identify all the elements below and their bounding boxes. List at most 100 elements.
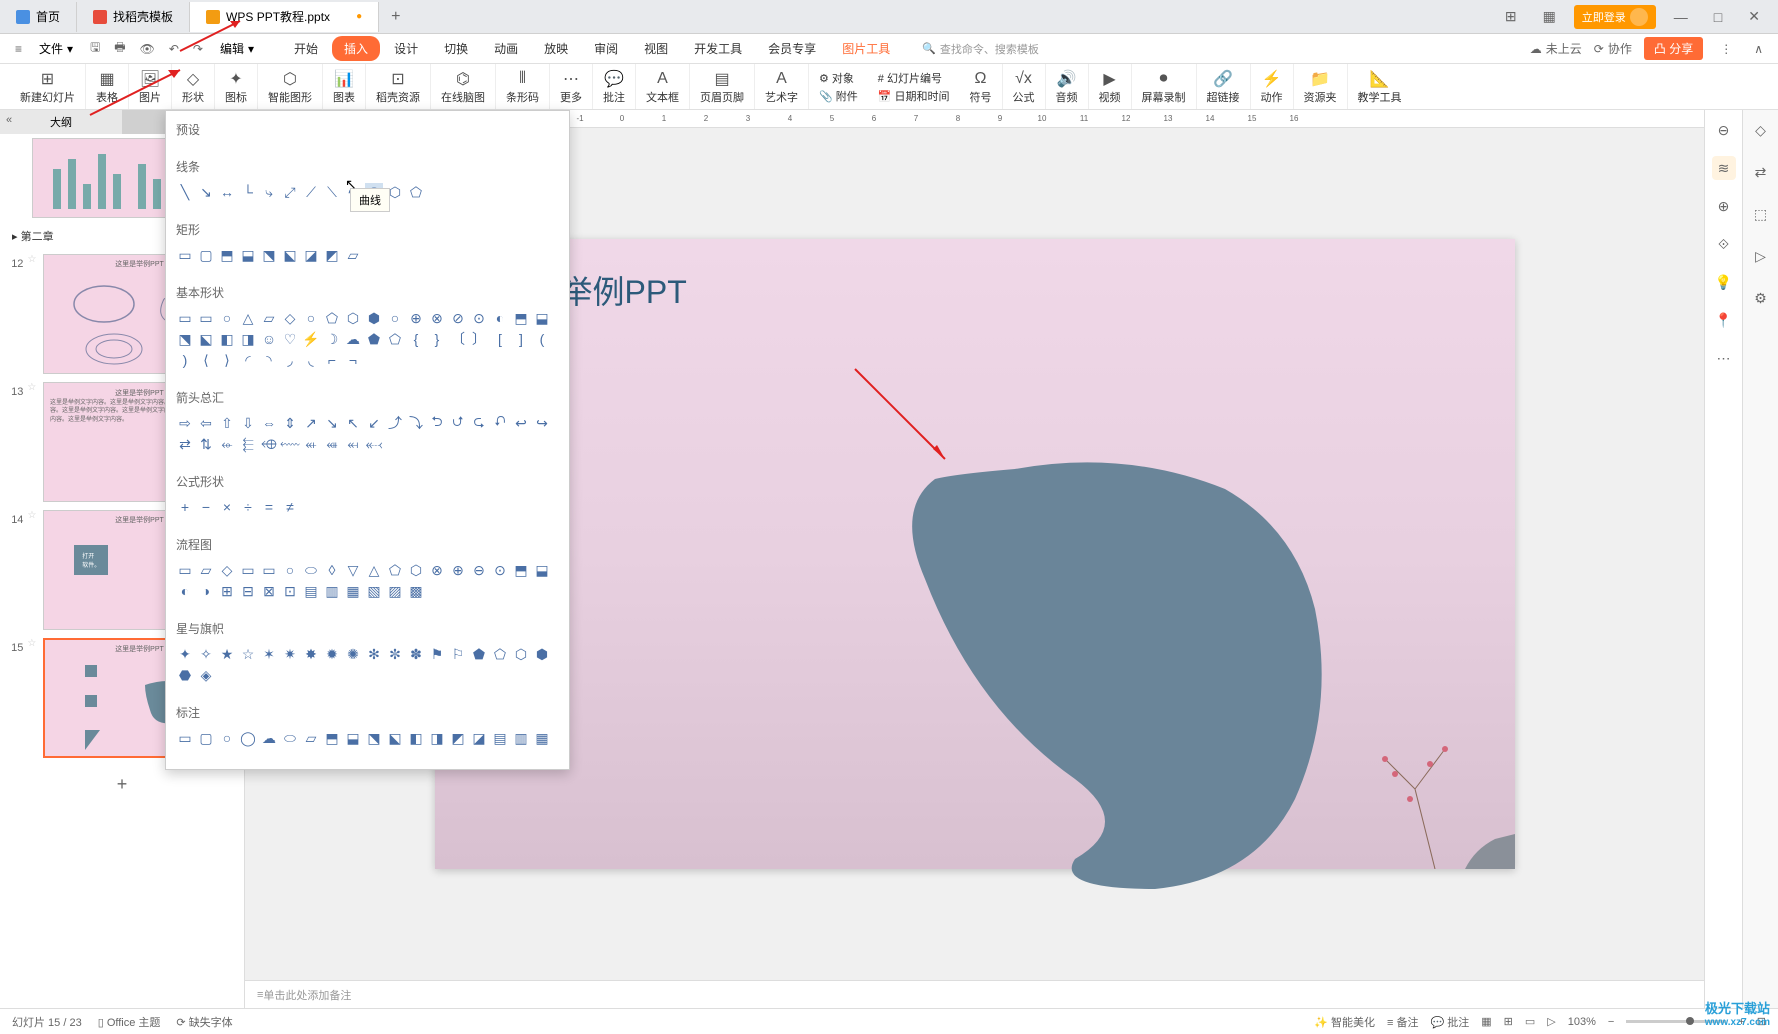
shape-flow-15[interactable]: ⊙ (491, 561, 509, 579)
shape-arrow-6[interactable]: ↗ (302, 414, 320, 432)
shape-flow-19[interactable]: ◑ (197, 582, 215, 600)
tab-design[interactable]: 设计 (382, 36, 430, 61)
shape-arrow-9[interactable]: ↙ (365, 414, 383, 432)
shape-star-1[interactable]: ✧ (197, 645, 215, 663)
shape-arrow-16[interactable]: ↩ (512, 414, 530, 432)
zoom-out-button[interactable]: − (1608, 1016, 1614, 1028)
shape-minus[interactable]: − (197, 498, 215, 516)
ribbon-resource[interactable]: ⊡稻壳资源 (366, 64, 431, 109)
shape-arrow-7[interactable]: ↘ (323, 414, 341, 432)
shape-arrow-4[interactable]: ⇔ (260, 414, 278, 432)
shape-flow-14[interactable]: ⊖ (470, 561, 488, 579)
more-icon[interactable]: ⋮ (1715, 39, 1737, 59)
shape-rect5[interactable]: ⬔ (260, 246, 278, 264)
shape-arrow-13[interactable]: ⮍ (449, 414, 467, 432)
shape-rect[interactable]: ▭ (176, 246, 194, 264)
shape-arrow-10[interactable]: ⤴ (386, 414, 404, 432)
shape-elbow-arrow[interactable]: ⤷ (260, 183, 278, 201)
shape-star-12[interactable]: ⚑ (428, 645, 446, 663)
shape-basic-8[interactable]: ⬡ (344, 309, 362, 327)
shape-flow-6[interactable]: ⬭ (302, 561, 320, 579)
shape-arrow-14[interactable]: ⮎ (470, 414, 488, 432)
gear-icon[interactable]: ⚙ (1749, 286, 1773, 310)
login-button[interactable]: 立即登录 (1574, 5, 1656, 29)
ribbon-slidenum[interactable]: # 幻灯片编号 (878, 70, 950, 86)
shape-arrow-25[interactable]: ⬵ (323, 435, 341, 453)
shape-flow-1[interactable]: ▱ (197, 561, 215, 579)
shape-basic-33[interactable]: [ (491, 330, 509, 348)
collapse-panel-icon[interactable]: « (6, 114, 12, 126)
shape-not-equal[interactable]: ≠ (281, 498, 299, 516)
tab-dev-tools[interactable]: 开发工具 (682, 36, 754, 61)
shape-flow-27[interactable]: ▧ (365, 582, 383, 600)
zoom-out-icon[interactable]: ⊖ (1712, 118, 1736, 142)
shape-line[interactable]: ╲ (176, 183, 194, 201)
shape-flow-7[interactable]: ◊ (323, 561, 341, 579)
shape-callout-11[interactable]: ◧ (407, 729, 425, 747)
font-check[interactable]: ⟳ 缺失字体 (176, 1014, 232, 1030)
shape-basic-21[interactable]: ◨ (239, 330, 257, 348)
shape-callout-6[interactable]: ▱ (302, 729, 320, 747)
shape-star-5[interactable]: ✷ (281, 645, 299, 663)
shape-basic-16[interactable]: ⬒ (512, 309, 530, 327)
shape-arrow-11[interactable]: ⤵ (407, 414, 425, 432)
preview-icon[interactable]: 👁 (135, 39, 160, 59)
ribbon-resource-folder[interactable]: 📁资源夹 (1294, 64, 1348, 109)
shape-basic-12[interactable]: ⊗ (428, 309, 446, 327)
shape-star-17[interactable]: ⬢ (533, 645, 551, 663)
ribbon-new-slide[interactable]: ⊞新建幻灯片 (10, 64, 86, 109)
tab-picture-tools[interactable]: 图片工具 (830, 36, 902, 61)
shape-callout-9[interactable]: ⬔ (365, 729, 383, 747)
share-button[interactable]: 凸 分享 (1644, 37, 1703, 60)
shape-arrow-5[interactable]: ⇕ (281, 414, 299, 432)
diamond-icon[interactable]: ◇ (1749, 118, 1773, 142)
print-icon[interactable]: 🖶 (109, 35, 130, 62)
shape-flow-3[interactable]: ▭ (239, 561, 257, 579)
shape-basic-11[interactable]: ⊕ (407, 309, 425, 327)
shape-divide[interactable]: ÷ (239, 498, 257, 516)
ribbon-attachment[interactable]: 📎 附件 (819, 88, 858, 104)
crop-icon[interactable]: ⟐ (1712, 232, 1736, 256)
shape-rect9[interactable]: ▱ (344, 246, 362, 264)
shape-callout-13[interactable]: ◩ (449, 729, 467, 747)
slide-canvas[interactable]: 这里是举例PPT (435, 239, 1515, 869)
shape-star-19[interactable]: ◈ (197, 666, 215, 684)
shape-snip-rect[interactable]: ⬒ (218, 246, 236, 264)
view-slideshow-icon[interactable]: ▷ (1547, 1015, 1555, 1028)
save-icon[interactable]: 🖫 (85, 35, 105, 62)
shape-basic-43[interactable]: ⌐ (323, 351, 341, 369)
zoom-handle[interactable] (1686, 1017, 1694, 1025)
shape-star-8[interactable]: ✺ (344, 645, 362, 663)
view-reading-icon[interactable]: ▭ (1525, 1015, 1535, 1028)
shape-line-double-arrow[interactable]: ↔ (218, 183, 236, 201)
shape-rect8[interactable]: ◩ (323, 246, 341, 264)
shape-basic-2[interactable]: ○ (218, 309, 236, 327)
shape-flow-5[interactable]: ○ (281, 561, 299, 579)
view-sorter-icon[interactable]: ⊞ (1504, 1015, 1513, 1028)
shape-callout-0[interactable]: ▭ (176, 729, 194, 747)
shape-flow-23[interactable]: ⊡ (281, 582, 299, 600)
shape-basic-3[interactable]: △ (239, 309, 257, 327)
maximize-button[interactable]: □ (1706, 9, 1730, 25)
shape-star-16[interactable]: ⬡ (512, 645, 530, 663)
shape-callout-7[interactable]: ⬒ (323, 729, 341, 747)
shape-star-11[interactable]: ✽ (407, 645, 425, 663)
shape-plus[interactable]: + (176, 498, 194, 516)
shape-arrow-21[interactable]: ⬱ (239, 435, 257, 453)
shape-flow-17[interactable]: ⬓ (533, 561, 551, 579)
shape-star-0[interactable]: ✦ (176, 645, 194, 663)
shape-callout-1[interactable]: ▢ (197, 729, 215, 747)
shape-star-4[interactable]: ✶ (260, 645, 278, 663)
shape-basic-0[interactable]: ▭ (176, 309, 194, 327)
shape-arrow-24[interactable]: ⬴ (302, 435, 320, 453)
shape-star-14[interactable]: ⬟ (470, 645, 488, 663)
ribbon-object[interactable]: ⚙ 对象 (819, 70, 858, 86)
shape-scribble[interactable]: ⬠ (407, 183, 425, 201)
file-menu[interactable]: 文件 ▾ (31, 37, 81, 60)
ribbon-video[interactable]: ▶视频 (1089, 64, 1132, 109)
shape-basic-27[interactable]: ⬟ (365, 330, 383, 348)
shape-callout-4[interactable]: ☁ (260, 729, 278, 747)
ribbon-icon-btn[interactable]: ✦图标 (215, 64, 258, 109)
shape-curve2[interactable]: ⟍ (323, 183, 341, 201)
shape-arrow-18[interactable]: ⇄ (176, 435, 194, 453)
